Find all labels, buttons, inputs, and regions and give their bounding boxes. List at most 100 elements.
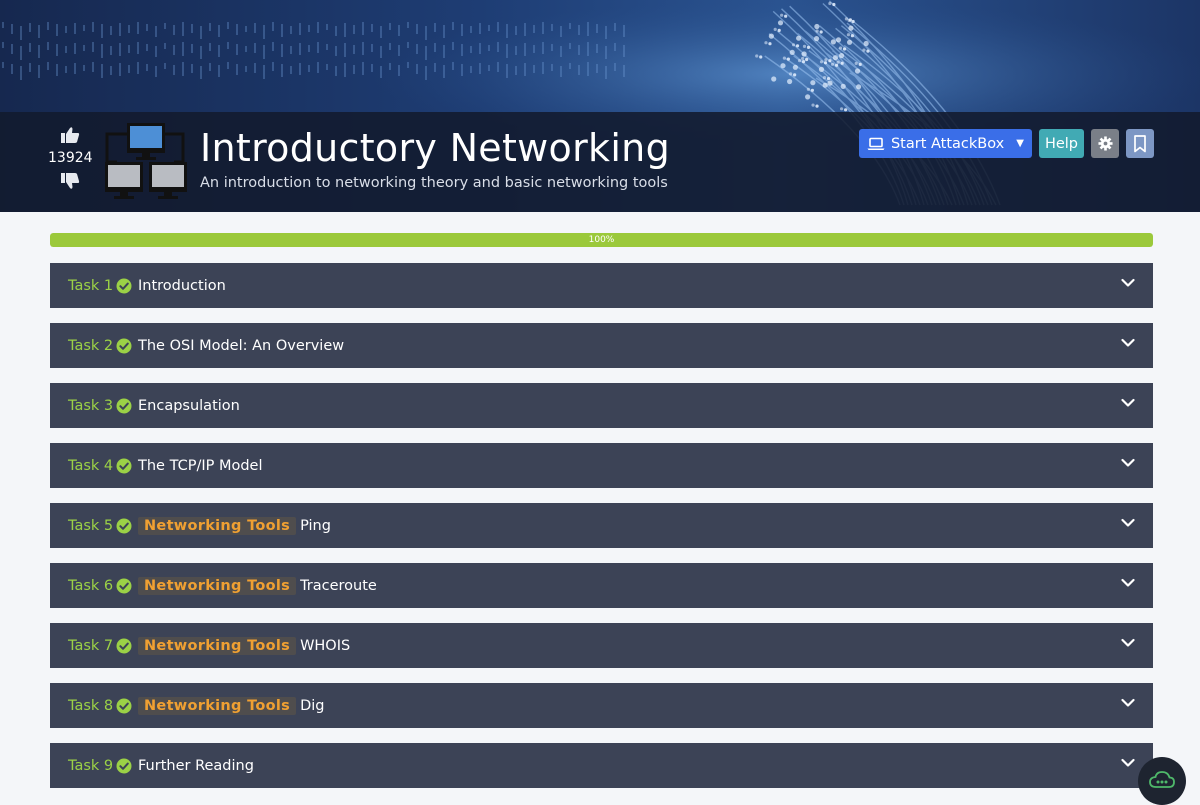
banner-bar <box>470 46 472 53</box>
banner-bar <box>83 45 85 51</box>
banner-bar <box>29 63 31 72</box>
banner-bar <box>281 44 283 57</box>
fiber-light <box>759 55 763 59</box>
banner-bar <box>344 23 346 37</box>
task-row[interactable]: Task 7 Networking Tools WHOIS <box>50 623 1153 668</box>
banner-bar <box>173 65 175 75</box>
chevron-down-icon[interactable] <box>1121 698 1135 708</box>
help-button[interactable]: Help <box>1038 129 1084 158</box>
fiber-light <box>866 49 870 53</box>
chevron-down-icon[interactable] <box>1121 758 1135 768</box>
banner-bar <box>605 26 607 39</box>
banner-bar <box>488 45 490 51</box>
fiber-light <box>805 94 811 100</box>
chevron-down-icon[interactable] <box>1121 278 1135 288</box>
banner-bar <box>551 64 553 71</box>
check-circle-icon <box>116 578 132 593</box>
banner-bar <box>38 25 40 38</box>
fiber-light <box>773 27 777 31</box>
banner-bar <box>479 63 481 74</box>
chevron-down-icon[interactable] <box>1121 638 1135 648</box>
task-row[interactable]: Task 9 Further Reading <box>50 743 1153 788</box>
thumbs-up-icon[interactable] <box>60 126 80 144</box>
banner-bar <box>47 22 49 30</box>
banner-bar <box>155 26 157 37</box>
banner-bar <box>317 22 319 33</box>
banner-bar <box>389 23 391 30</box>
banner-bar <box>146 44 148 51</box>
task-row[interactable]: Task 8 Networking Tools Dig <box>50 683 1153 728</box>
chevron-down-icon[interactable] <box>1121 578 1135 588</box>
banner-bar <box>380 66 382 78</box>
task-list: Task 1 Introduction Task 2 The OSI Model: A… <box>50 263 1153 803</box>
banner-bar <box>137 42 139 54</box>
fiber-light <box>822 76 827 80</box>
fiber-light <box>777 20 784 26</box>
task-number: Task 3 <box>68 397 114 414</box>
banner-bar <box>614 43 616 51</box>
task-title: The OSI Model: An Overview <box>138 337 345 354</box>
banner-bar <box>443 25 445 38</box>
fiber-light <box>826 77 831 81</box>
banner-bar <box>11 24 13 34</box>
banner-bar <box>47 62 49 70</box>
fiber-light <box>854 61 858 65</box>
chevron-down-icon[interactable] <box>1121 458 1135 468</box>
banner-bar <box>560 26 562 37</box>
banner-bar <box>110 66 112 75</box>
banner-bar <box>173 25 175 35</box>
banner-bar <box>290 46 292 54</box>
task-row[interactable]: Task 4 The TCP/IP Model <box>50 443 1153 488</box>
task-row[interactable]: Task 3 Encapsulation <box>50 383 1153 428</box>
fiber-light <box>814 23 820 30</box>
banner-bar <box>389 63 391 70</box>
chevron-down-icon[interactable] <box>1121 398 1135 408</box>
banner-bar <box>587 42 589 56</box>
banner-bar <box>407 62 409 68</box>
banner-bar <box>245 26 247 32</box>
chevron-down-icon[interactable] <box>1121 338 1135 348</box>
fiber-light <box>823 61 828 65</box>
banner-bar <box>506 44 508 58</box>
banner-bar <box>443 45 445 58</box>
banner-bar <box>299 43 301 55</box>
start-attackbox-button[interactable]: Start AttackBox ▼ <box>858 129 1032 158</box>
banner-bar <box>218 45 220 57</box>
banner-bar <box>191 44 193 53</box>
banner-bar <box>578 65 580 75</box>
task-row[interactable]: Task 2 The OSI Model: An Overview <box>50 323 1153 368</box>
task-row[interactable]: Task 5 Networking Tools Ping <box>50 503 1153 548</box>
task-row[interactable]: Task 1 Introduction <box>50 263 1153 308</box>
task-row[interactable]: Task 6 Networking Tools Traceroute <box>50 563 1153 608</box>
chevron-down-icon[interactable] <box>1121 518 1135 528</box>
vote-count: 13924 <box>48 150 93 166</box>
banner-bar <box>236 44 238 55</box>
banner-bar <box>434 23 436 32</box>
banner-bar <box>101 44 103 58</box>
fiber-light <box>854 68 861 74</box>
banner-bar <box>182 62 184 76</box>
banner-bar <box>227 22 229 29</box>
chevron-down-icon[interactable]: ▼ <box>1016 138 1024 149</box>
banner-bar <box>542 62 544 74</box>
task-number: Task 9 <box>68 757 114 774</box>
banner-bar <box>101 64 103 78</box>
fiber-light <box>791 43 796 47</box>
chat-launcher[interactable] <box>1138 757 1186 805</box>
banner-bar <box>65 46 67 53</box>
fiber-light <box>839 107 844 111</box>
fiber-light <box>862 48 866 52</box>
task-title: The TCP/IP Model <box>138 457 263 474</box>
laptop-icon <box>867 137 885 150</box>
fiber-light <box>815 29 819 33</box>
banner-bar <box>299 23 301 35</box>
banner-bar <box>191 24 193 33</box>
fiber-light <box>844 17 848 21</box>
settings-button[interactable] <box>1091 129 1119 158</box>
banner-bar <box>38 45 40 58</box>
fiber-light <box>850 34 855 38</box>
fiber-light <box>784 14 788 18</box>
fiber-light <box>782 56 786 60</box>
thumbs-down-icon[interactable] <box>60 172 80 190</box>
bookmark-button[interactable] <box>1126 129 1154 158</box>
